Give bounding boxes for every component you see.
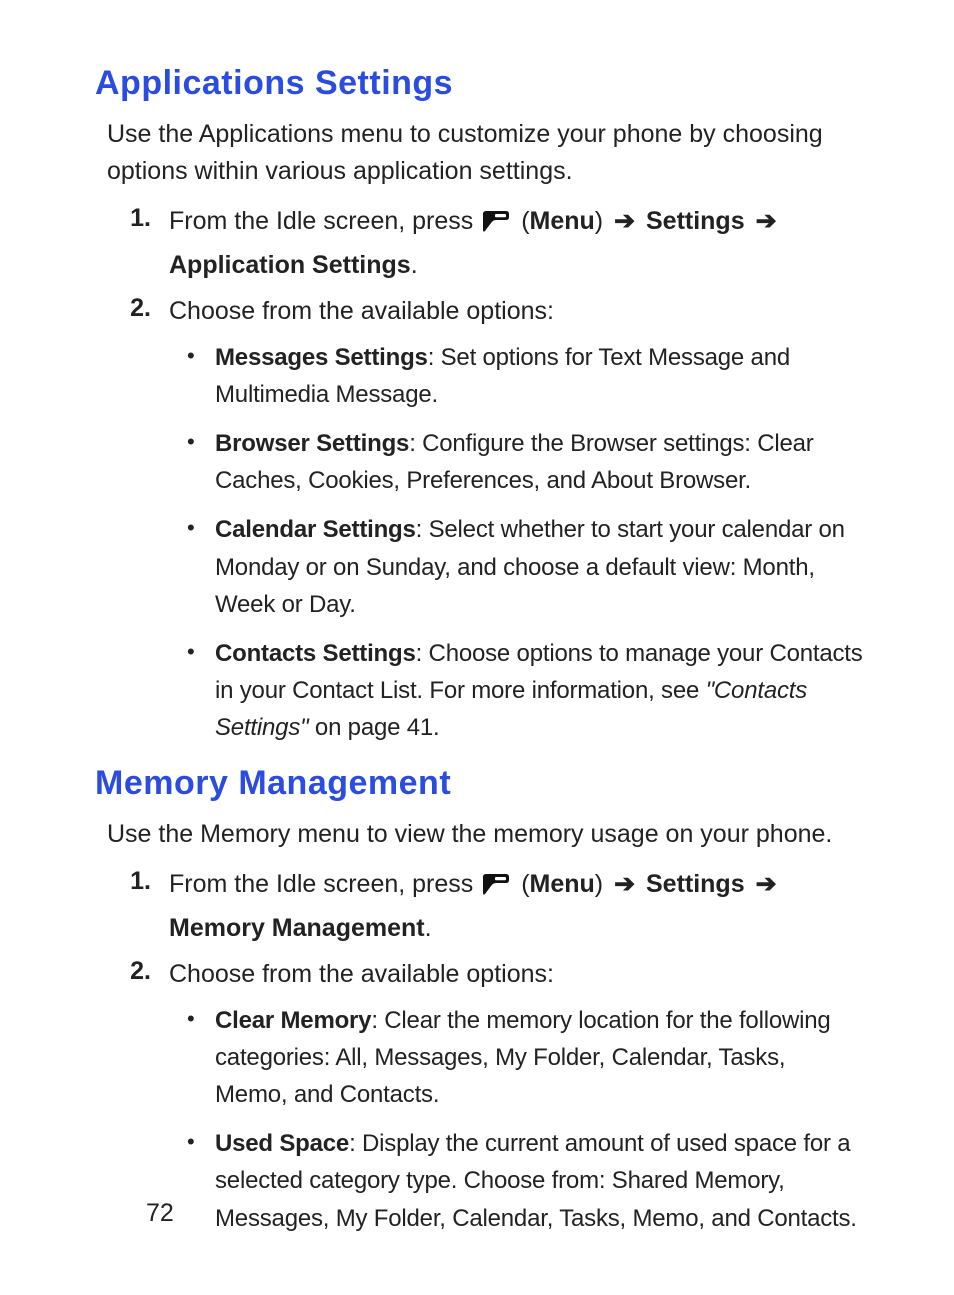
step-number: 2. [95, 291, 169, 331]
step-number: 1. [95, 864, 169, 948]
step-1: 1. From the Idle screen, press (Menu) ➔ … [95, 864, 864, 948]
nav-memory-management: Memory Management [169, 914, 425, 942]
nav-close-paren: ) [595, 870, 603, 898]
step-2: 2. Choose from the available options: [95, 291, 864, 331]
step-1: 1. From the Idle screen, press (Menu) ➔ … [95, 201, 864, 285]
steps-applications: 1. From the Idle screen, press (Menu) ➔ … [95, 201, 864, 331]
step-number: 1. [95, 201, 169, 285]
period: . [411, 251, 418, 279]
bullet-name: Clear Memory [215, 1007, 371, 1034]
bullet-name: Used Space [215, 1130, 349, 1157]
step-2: 2. Choose from the available options: [95, 954, 864, 994]
step-text-prefix: From the Idle screen, press [169, 870, 480, 898]
manual-page: Applications Settings Use the Applicatio… [0, 0, 954, 1295]
nav-menu-label: Menu [530, 207, 595, 235]
list-item: • Messages Settings: Set options for Tex… [95, 339, 864, 413]
list-item: • Contacts Settings: Choose options to m… [95, 635, 864, 747]
arrow-icon: ➔ [614, 870, 635, 898]
list-item: • Browser Settings: Configure the Browse… [95, 425, 864, 499]
page-number: 72 [146, 1196, 174, 1231]
bullet-desc-post: on page 41. [308, 714, 439, 741]
nav-settings: Settings [646, 870, 745, 898]
list-item: • Clear Memory: Clear the memory locatio… [95, 1002, 864, 1114]
bullets-memory: • Clear Memory: Clear the memory locatio… [95, 1002, 864, 1237]
step-number: 2. [95, 954, 169, 994]
softkey-icon [482, 868, 510, 908]
bullet-name: Contacts Settings [215, 640, 416, 667]
intro-applications: Use the Applications menu to customize y… [107, 116, 864, 191]
intro-memory: Use the Memory menu to view the memory u… [107, 816, 864, 854]
softkey-icon [482, 205, 510, 245]
step-text: Choose from the available options: [169, 291, 864, 331]
nav-settings: Settings [646, 207, 745, 235]
arrow-icon: ➔ [756, 207, 777, 235]
bullet-name: Browser Settings [215, 430, 409, 457]
heading-memory-management: Memory Management [95, 760, 864, 808]
bullet-icon: • [187, 1002, 215, 1114]
nav-open-paren: ( [521, 870, 529, 898]
nav-open-paren: ( [521, 207, 529, 235]
list-item: • Calendar Settings: Select whether to s… [95, 511, 864, 623]
heading-applications-settings: Applications Settings [95, 60, 864, 108]
period: . [425, 914, 432, 942]
arrow-icon: ➔ [614, 207, 635, 235]
arrow-icon: ➔ [756, 870, 777, 898]
bullet-icon: • [187, 635, 215, 747]
nav-menu-label: Menu [530, 870, 595, 898]
step-text-prefix: From the Idle screen, press [169, 207, 480, 235]
list-item: • Used Space: Display the current amount… [95, 1125, 864, 1237]
step-text: Choose from the available options: [169, 954, 864, 994]
bullet-icon: • [187, 1125, 215, 1237]
nav-close-paren: ) [595, 207, 603, 235]
bullet-name: Messages Settings [215, 344, 428, 371]
bullet-icon: • [187, 339, 215, 413]
bullet-name: Calendar Settings [215, 516, 416, 543]
bullet-icon: • [187, 425, 215, 499]
nav-application-settings: Application Settings [169, 251, 411, 279]
bullet-icon: • [187, 511, 215, 623]
steps-memory: 1. From the Idle screen, press (Menu) ➔ … [95, 864, 864, 994]
bullets-applications: • Messages Settings: Set options for Tex… [95, 339, 864, 747]
